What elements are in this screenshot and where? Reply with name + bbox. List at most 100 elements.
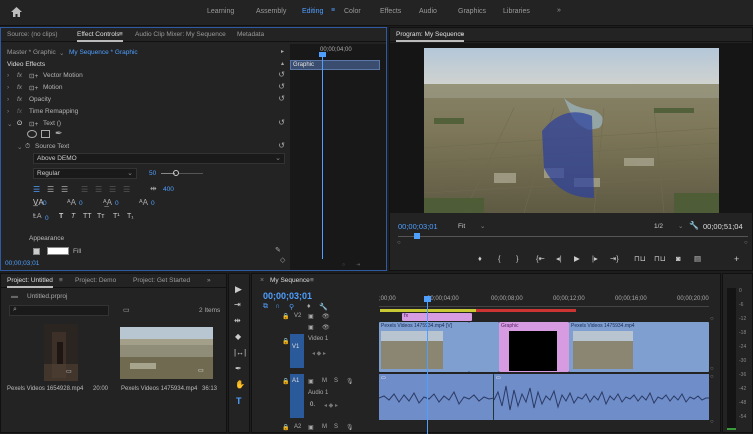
lift-icon[interactable]: ⊓⊔ bbox=[634, 254, 646, 263]
solo-button[interactable]: S bbox=[334, 424, 338, 430]
go-to-in-icon[interactable]: {⇤ bbox=[536, 254, 545, 263]
expand-icon[interactable]: › bbox=[7, 84, 9, 91]
font-size-value[interactable]: 50 bbox=[149, 170, 156, 177]
effect-playhead-line[interactable] bbox=[322, 54, 323, 259]
comparison-view-icon[interactable]: ▤ bbox=[694, 254, 701, 263]
sync-lock-icon[interactable]: ▣ bbox=[308, 424, 314, 431]
scroll-right-icon[interactable]: ○ bbox=[744, 240, 748, 246]
fx-icon[interactable]: fx bbox=[17, 84, 22, 91]
video-clip-gap[interactable] bbox=[469, 322, 499, 372]
pen-mask-icon[interactable]: ✒ bbox=[55, 128, 63, 139]
effect-controls-timecode[interactable]: 00;00;03;01 bbox=[5, 260, 39, 267]
pen-tool-icon[interactable]: ✒ bbox=[235, 364, 242, 373]
reset-icon[interactable]: ↺ bbox=[278, 70, 285, 79]
all-caps-icon[interactable]: TT bbox=[83, 213, 92, 220]
effect-controls-menu-icon[interactable]: ≡ bbox=[119, 31, 123, 42]
audio-clip[interactable]: ▭ bbox=[379, 374, 494, 420]
expand-icon[interactable]: › bbox=[7, 72, 9, 79]
home-icon[interactable] bbox=[11, 7, 22, 17]
workspace-effects[interactable]: Effects bbox=[380, 8, 401, 15]
effect-vector-motion[interactable]: Vector Motion bbox=[43, 72, 83, 79]
chevron-down-icon[interactable]: ⌄ bbox=[480, 222, 485, 230]
linked-selection-icon[interactable]: ⚲ bbox=[289, 303, 294, 311]
add-marker-icon[interactable]: ♦ bbox=[478, 254, 482, 263]
lock-icon[interactable]: 🔒 bbox=[282, 313, 289, 320]
sequence-tab[interactable]: My Sequence bbox=[270, 277, 310, 284]
fill-checkbox[interactable] bbox=[33, 248, 40, 255]
toggle-effect-icon[interactable]: ʘ bbox=[17, 120, 22, 127]
tab-project-untitled[interactable]: Project: Untitled bbox=[7, 277, 53, 288]
microphone-icon[interactable]: 🎙 bbox=[346, 378, 354, 385]
workspace-graphics[interactable]: Graphics bbox=[458, 8, 486, 15]
a1-volume-value[interactable]: 0. bbox=[310, 402, 315, 408]
baseline-value[interactable]: 0 bbox=[115, 200, 119, 207]
chevron-down-icon[interactable]: ⌄ bbox=[678, 222, 683, 230]
sync-lock-icon[interactable]: ▣ bbox=[308, 324, 314, 331]
selection-tool-icon[interactable]: ▶ bbox=[235, 284, 242, 295]
subscript-icon[interactable]: T₁ bbox=[127, 213, 134, 220]
eyedropper-icon[interactable]: ✎ bbox=[275, 246, 281, 254]
graphic-clip[interactable]: Graphic bbox=[499, 322, 569, 372]
text-value-dropdown[interactable]: Above DEMO ⌄ bbox=[33, 153, 285, 164]
ripple-edit-tool-icon[interactable]: ⇹ bbox=[234, 316, 241, 325]
font-style-dropdown[interactable]: Regular ⌄ bbox=[33, 168, 137, 179]
workspace-learning[interactable]: Learning bbox=[207, 8, 234, 15]
collapse-icon[interactable]: ⌄ bbox=[17, 143, 22, 151]
work-area-bar[interactable] bbox=[380, 309, 476, 312]
kerning-value[interactable]: 0 bbox=[43, 200, 47, 207]
workspace-color[interactable]: Color bbox=[344, 8, 361, 15]
mark-out-icon[interactable]: } bbox=[516, 254, 519, 263]
snap-icon[interactable]: ∩ bbox=[275, 303, 280, 310]
reset-icon[interactable]: ↺ bbox=[278, 82, 285, 91]
workspace-audio[interactable]: Audio bbox=[419, 8, 437, 15]
effect-opacity[interactable]: Opacity bbox=[29, 96, 51, 103]
effect-scroll-icon[interactable]: ○ bbox=[342, 262, 345, 268]
graphic-clip-v2[interactable]: fx bbox=[402, 313, 472, 321]
workspace-overflow-icon[interactable]: » bbox=[557, 7, 561, 14]
keyframe-nav-icon[interactable]: ◂ ◆ ▸ bbox=[324, 402, 338, 409]
eye-icon[interactable]: 👁 bbox=[322, 313, 330, 320]
program-monitor-title[interactable]: Program: My Sequence bbox=[396, 31, 465, 42]
expand-icon[interactable]: › bbox=[7, 108, 9, 115]
sync-lock-icon[interactable]: ▣ bbox=[308, 313, 314, 320]
sync-lock-icon[interactable]: ▣ bbox=[308, 378, 314, 385]
bold-icon[interactable]: T bbox=[59, 213, 63, 220]
effect-time-remapping[interactable]: Time Remapping bbox=[29, 108, 78, 115]
expand-icon[interactable]: › bbox=[7, 96, 9, 103]
go-to-out-icon[interactable]: ⇥} bbox=[610, 254, 619, 263]
project-menu-icon[interactable]: ≡ bbox=[59, 277, 63, 284]
program-scrubber[interactable] bbox=[398, 236, 748, 237]
track-target-v1[interactable]: V1 bbox=[290, 334, 304, 368]
reset-icon[interactable]: ↺ bbox=[278, 141, 285, 150]
type-tool-icon[interactable]: T bbox=[236, 396, 242, 406]
eye-icon[interactable]: 👁 bbox=[322, 324, 330, 331]
program-monitor-menu-icon[interactable]: ≡ bbox=[460, 31, 464, 38]
indent-value[interactable]: 0 bbox=[45, 215, 49, 222]
program-viewer[interactable] bbox=[390, 43, 752, 213]
effect-timeline-clip[interactable]: Graphic bbox=[290, 60, 380, 70]
tab-project-get-started[interactable]: Project: Get Started bbox=[133, 277, 190, 284]
solo-button[interactable]: S bbox=[334, 378, 338, 384]
workspace-assembly[interactable]: Assembly bbox=[256, 8, 286, 15]
video-clip[interactable]: Pexels Videos 1475934.mp4 bbox=[569, 322, 709, 372]
panel-overflow-icon[interactable]: » bbox=[207, 277, 211, 284]
tab-metadata[interactable]: Metadata bbox=[237, 31, 264, 38]
scroll-left-icon[interactable]: ○ bbox=[397, 240, 401, 246]
export-icon[interactable]: ⇥ bbox=[356, 262, 360, 268]
timeline-playhead-handle[interactable] bbox=[424, 296, 431, 302]
align-right-icon[interactable]: ☰ bbox=[61, 185, 68, 194]
audio-clip[interactable]: ▭ bbox=[494, 374, 709, 420]
tsume-value[interactable]: 0 bbox=[151, 200, 155, 207]
program-timecode[interactable]: 00;00;03;01 bbox=[398, 222, 438, 231]
step-forward-icon[interactable]: |▸ bbox=[592, 254, 598, 263]
hand-tool-icon[interactable]: ✋ bbox=[235, 380, 245, 389]
italic-icon[interactable]: T bbox=[71, 213, 75, 220]
collapse-icon[interactable]: ⌄ bbox=[7, 120, 12, 128]
play-triangle-icon[interactable]: ▸ bbox=[281, 48, 284, 55]
rectangle-mask-icon[interactable] bbox=[41, 130, 50, 138]
nest-icon[interactable]: ⧉ bbox=[263, 303, 268, 311]
small-caps-icon[interactable]: Tт bbox=[97, 213, 104, 220]
lock-icon[interactable]: 🔒 bbox=[282, 424, 289, 431]
close-icon[interactable]: × bbox=[260, 277, 264, 284]
settings-wrench-icon[interactable]: 🔧 bbox=[689, 221, 699, 230]
